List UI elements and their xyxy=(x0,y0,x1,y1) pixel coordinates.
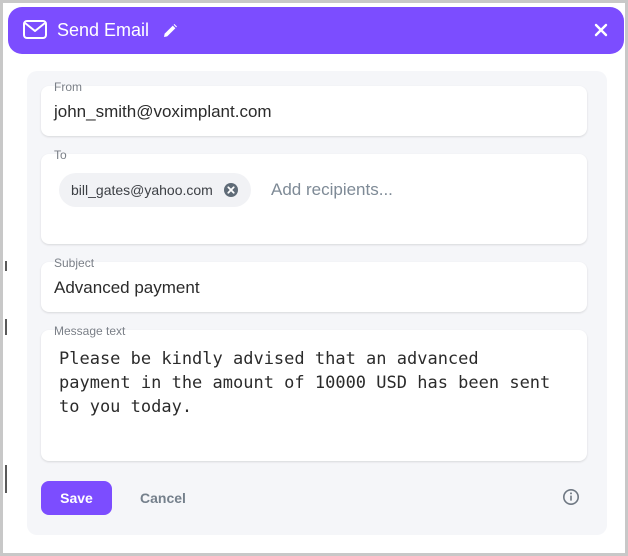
dialog-title: Send Email xyxy=(57,20,150,40)
message-text: Please be kindly advised that an advance… xyxy=(59,349,551,417)
pencil-icon[interactable] xyxy=(162,23,178,39)
mail-icon xyxy=(22,19,48,41)
save-button[interactable]: Save xyxy=(41,481,112,515)
subject-label: Subject xyxy=(54,256,95,270)
to-label: To xyxy=(54,148,67,162)
recipient-chip-label: bill_gates@yahoo.com xyxy=(71,182,213,198)
cancel-button[interactable]: Cancel xyxy=(134,481,192,515)
to-field[interactable]: bill_gates@yahoo.com xyxy=(41,154,587,244)
from-label: From xyxy=(54,80,82,94)
remove-circle-icon[interactable] xyxy=(223,182,239,198)
edge-mark xyxy=(5,319,7,335)
from-value: john_smith@voximplant.com xyxy=(54,102,272,121)
edge-mark xyxy=(5,261,7,271)
info-icon[interactable] xyxy=(562,488,580,506)
from-field[interactable]: john_smith@voximplant.com xyxy=(41,86,587,136)
dialog-header: Send Email xyxy=(8,7,624,54)
message-label: Message text xyxy=(54,324,126,338)
close-icon[interactable] xyxy=(591,20,611,40)
message-field[interactable]: Please be kindly advised that an advance… xyxy=(41,330,587,461)
subject-field[interactable]: Advanced payment xyxy=(41,262,587,312)
recipient-chip[interactable]: bill_gates@yahoo.com xyxy=(59,173,251,207)
subject-value: Advanced payment xyxy=(54,278,200,297)
add-recipients-input[interactable] xyxy=(271,180,561,200)
edge-mark xyxy=(5,465,7,493)
